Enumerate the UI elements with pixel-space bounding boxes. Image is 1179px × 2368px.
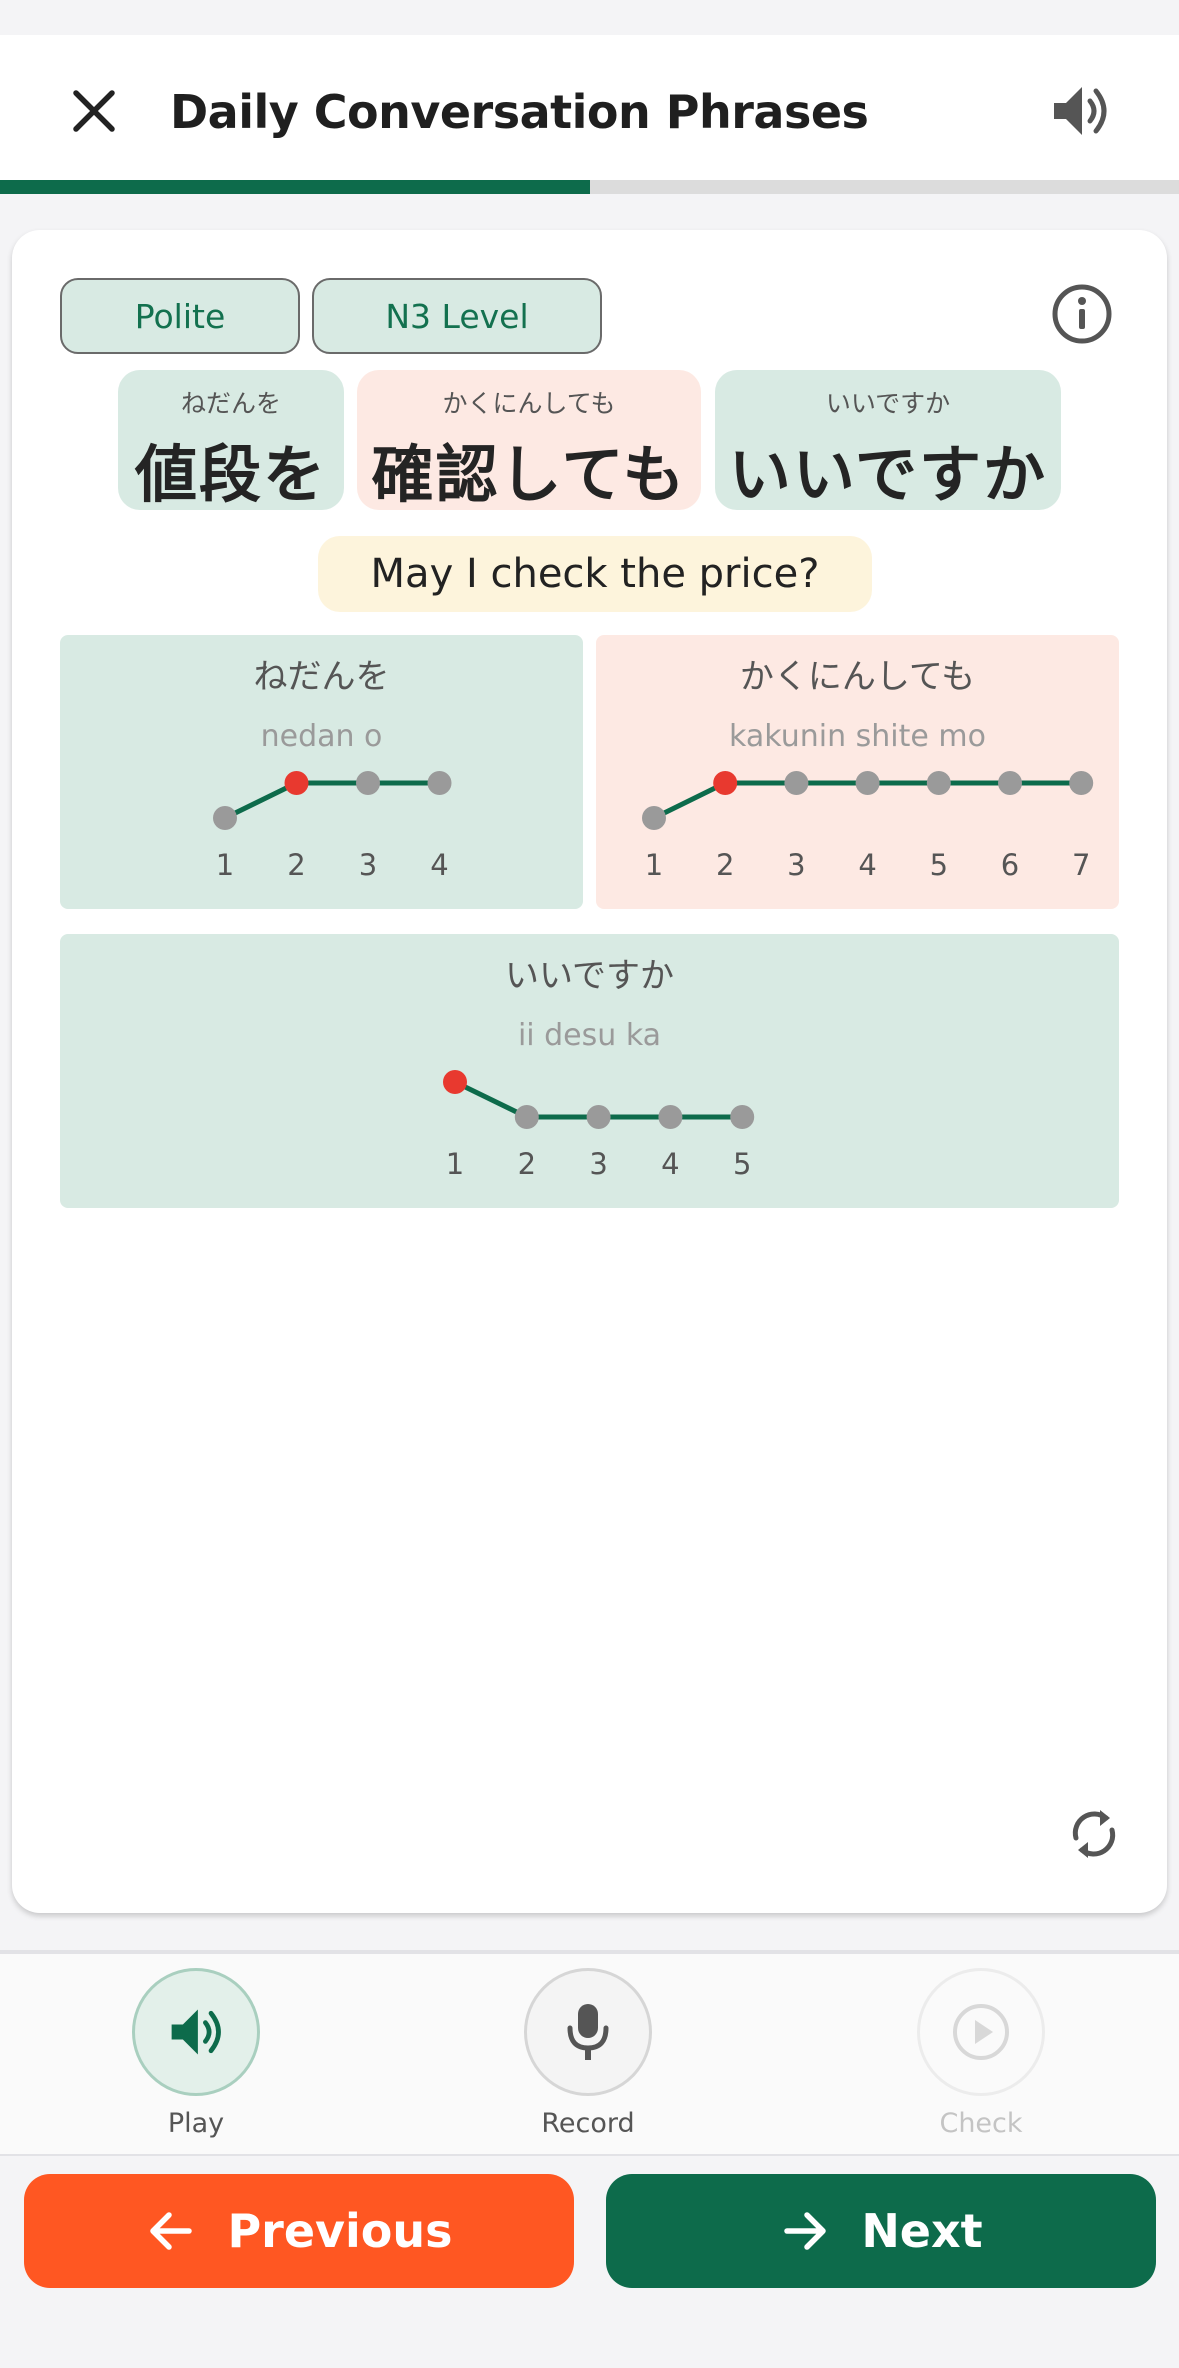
pitch-line [223,780,440,821]
pitch-dot [998,771,1022,795]
previous-label: Previous [227,2204,453,2258]
pitch-dot [730,1105,755,1129]
action-bar: Play Record Check [0,1950,1179,2156]
pitch-dot [427,771,452,795]
mora-number: 2 [287,848,305,882]
pitch-panel: いいですか ii desu ka 12345 [60,934,1119,1208]
translation-text: May I check the price? [318,536,872,612]
check-circle[interactable] [917,1968,1045,2096]
pitch-dot [784,771,809,795]
play-circle[interactable] [132,1968,260,2096]
speaker-icon [171,2009,221,2055]
pitch-accent-dot [284,771,309,795]
mora-number: 6 [1001,848,1019,882]
furigana: かくにんしても [442,389,616,418]
close-icon[interactable] [62,79,126,143]
word-chip[interactable]: いいですか いいですか [715,370,1061,511]
word-text: 確認しても [371,438,687,511]
pitch-diagram: 1 2 3 4 [213,771,452,882]
pitch-dot [658,1105,683,1129]
next-label: Next [861,2204,983,2258]
microphone-icon [567,2004,609,2060]
check-button[interactable]: Check [883,1968,1083,2148]
mora-number: 3 [359,848,377,882]
pitch-dot [855,771,880,795]
info-icon[interactable] [1050,282,1114,346]
mora-number: 3 [589,1147,607,1181]
pitch-dot [926,771,951,795]
mora-number: 4 [858,848,876,882]
record-button[interactable]: Record [490,1968,690,2148]
word-text: 値段を [134,438,327,511]
header-bar: Daily Conversation Phrases [0,35,1179,180]
play-button[interactable]: Play [98,1968,298,2148]
furigana: ねだんを [180,389,281,418]
pitch-diagram: 1 2 3 4 5 6 7 [642,771,1094,882]
mora-number: 4 [661,1147,679,1181]
pitch-dot [586,1105,611,1129]
pitch-dot [1069,771,1094,795]
record-label: Record [541,2108,635,2139]
play-outline-icon [953,2004,1009,2060]
pitch-accent-dot [443,1070,467,1094]
mora-number: 7 [1072,848,1090,882]
phrase-card: Polite N3 Level ねだんを 値段を かくにんしても 確認しても い… [12,230,1167,1913]
progress-bar [0,180,1179,194]
speaker-icon[interactable] [1048,79,1112,143]
page-title: Daily Conversation Phrases [170,85,869,139]
mora-number: 3 [787,848,805,882]
word-chip[interactable]: ねだんを 値段を [118,370,344,511]
pitch-dot [514,1105,539,1129]
check-label: Check [939,2108,1023,2139]
mora-number: 1 [216,848,234,882]
word-chip[interactable]: かくにんしても 確認しても [357,370,701,511]
previous-button[interactable]: Previous [24,2174,574,2288]
pitch-dot [642,806,666,830]
mora-number: 5 [733,1147,751,1181]
pitch-panel: ねだんを nedan o 1234 [60,635,583,909]
mora-number: 1 [645,848,663,882]
pitch-panel: かくにんしても kakunin shite mo 1234567 [596,635,1119,909]
record-circle[interactable] [524,1968,652,2096]
play-label: Play [167,2108,225,2139]
pitch-diagram: 1 2 3 4 5 [443,1070,755,1181]
next-button[interactable]: Next [606,2174,1156,2288]
arrow-right-icon [784,2212,827,2250]
mora-number: 2 [716,848,734,882]
mora-number: 4 [430,848,448,882]
pitch-dot [356,771,380,795]
mora-number: 1 [446,1147,464,1181]
arrow-left-icon [150,2212,193,2250]
tag-level: N3 Level [312,278,602,354]
tag-politeness: Polite [60,278,300,354]
mora-number: 2 [518,1147,536,1181]
word-text: いいですか [728,438,1048,511]
mora-number: 5 [930,848,948,882]
pitch-dot [213,806,237,830]
refresh-icon[interactable] [1062,1802,1126,1866]
progress-fill [0,180,590,194]
furigana: いいですか [825,389,951,418]
pitch-accent-dot [713,771,738,795]
